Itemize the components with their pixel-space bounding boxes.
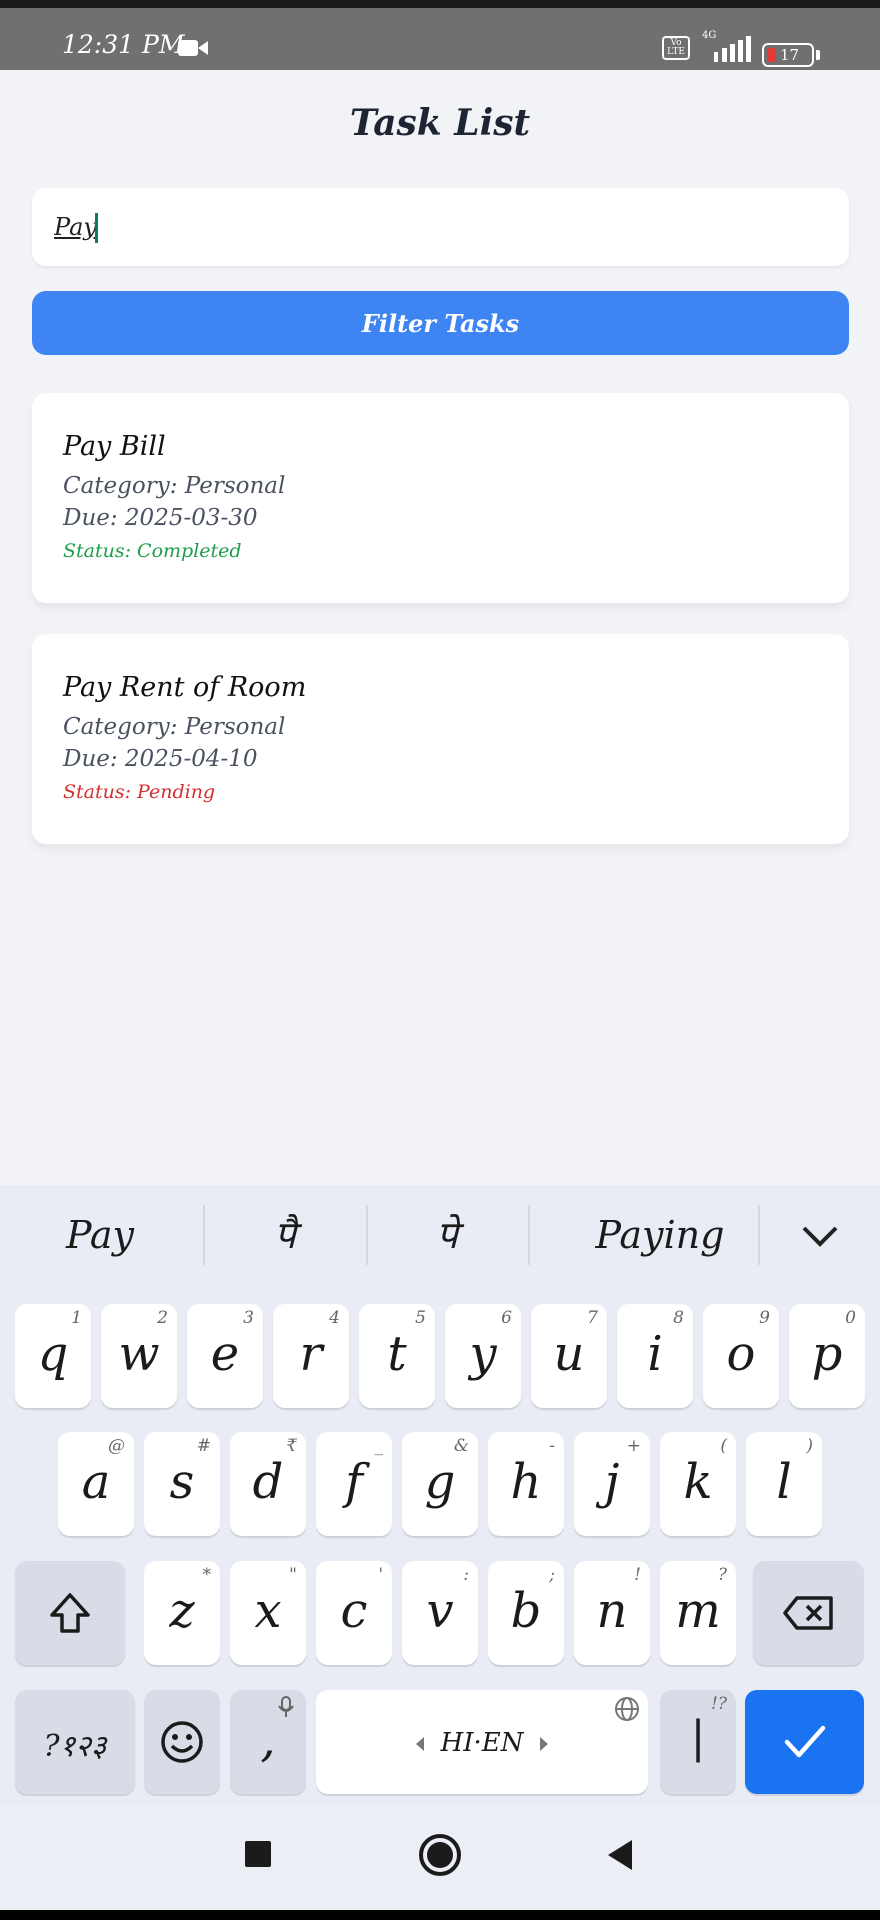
key-b[interactable]: ; b [488,1561,564,1665]
globe-icon [615,1697,639,1721]
key-g[interactable]: & g [402,1432,478,1536]
task-category: Category: Personal [63,473,286,499]
key-k[interactable]: (k [660,1432,736,1536]
key-c[interactable]: ' c [316,1561,392,1665]
status-time: 12:31 PM [62,30,185,59]
key-r[interactable]: 4r [273,1304,349,1408]
arrow-right-icon [540,1737,548,1751]
task-due-date: Due: 2025-04-10 [63,746,258,772]
suggestion-item[interactable]: Paying [570,1205,750,1265]
home-icon[interactable] [418,1833,462,1877]
task-title: Pay Rent of Room [63,672,307,703]
key-i[interactable]: 8i [617,1304,693,1408]
video-camera-icon [178,40,208,56]
task-title: Pay Bill [63,431,166,462]
key-p[interactable]: 0p [789,1304,865,1408]
key-v[interactable]: :v [402,1561,478,1665]
filter-tasks-button[interactable]: Filter Tasks [32,291,849,355]
key-d[interactable]: ₹ d [230,1432,306,1536]
navigation-bar [0,1805,880,1920]
suggestion-item[interactable]: पे [392,1205,502,1265]
task-category: Category: Personal [63,714,286,740]
signal-icon [714,36,751,62]
backspace-key[interactable] [753,1561,864,1665]
key-o[interactable]: 9o [703,1304,779,1408]
key-n[interactable]: ! n [574,1561,650,1665]
key-a[interactable]: @ a [58,1432,134,1536]
comma-key[interactable]: , [230,1690,306,1794]
period-key[interactable]: !? | [660,1690,736,1794]
emoji-key[interactable] [144,1690,220,1794]
recents-icon[interactable] [244,1840,272,1868]
language-label: HI·EN [440,1728,524,1758]
battery-level: 17 [780,46,800,64]
battery-icon: 17 [762,43,814,67]
task-status: Status: Pending [63,781,216,803]
task-status: Status: Completed [63,540,242,562]
key-f[interactable]: _ f [316,1432,392,1536]
task-due-date: Due: 2025-03-30 [63,505,258,531]
key-t[interactable]: 5t [359,1304,435,1408]
status-bar: 12:31 PM Vo LTE 4G 17 [0,0,880,70]
key-m[interactable]: ? m [660,1561,736,1665]
key-q[interactable]: 1q [15,1304,91,1408]
enter-key[interactable] [745,1690,864,1794]
suggestion-item[interactable]: पै [230,1205,340,1265]
volte-icon: Vo LTE [662,36,690,60]
key-s[interactable]: # s [144,1432,220,1536]
key-j[interactable]: + j [574,1432,650,1536]
text-cursor [95,213,98,243]
key-e[interactable]: 3e [187,1304,263,1408]
task-card[interactable]: Pay Bill Category: Personal Due: 2025-03… [32,393,849,603]
collapse-suggestions-icon[interactable] [800,1222,840,1248]
key-w[interactable]: 2w [101,1304,177,1408]
key-y[interactable]: 6y [445,1304,521,1408]
check-icon [784,1725,826,1758]
symbols-key[interactable]: ?१२३ [15,1690,135,1794]
key-l[interactable]: ) l [746,1432,822,1536]
back-icon[interactable] [606,1839,634,1871]
search-input[interactable] [32,188,849,266]
suggestion-item[interactable]: Pay [40,1205,160,1265]
key-x[interactable]: " x [230,1561,306,1665]
shift-key[interactable] [15,1561,125,1665]
key-h[interactable]: -h [488,1432,564,1536]
shift-arrow-icon [50,1593,90,1633]
key-z[interactable]: * z [144,1561,220,1665]
page-title: Task List [349,102,531,144]
task-card[interactable]: Pay Rent of Room Category: Personal Due:… [32,634,849,844]
key-u[interactable]: 7u [531,1304,607,1408]
space-key[interactable]: HI·EN [316,1690,648,1794]
emoji-icon [161,1721,203,1763]
backspace-icon [783,1596,833,1630]
